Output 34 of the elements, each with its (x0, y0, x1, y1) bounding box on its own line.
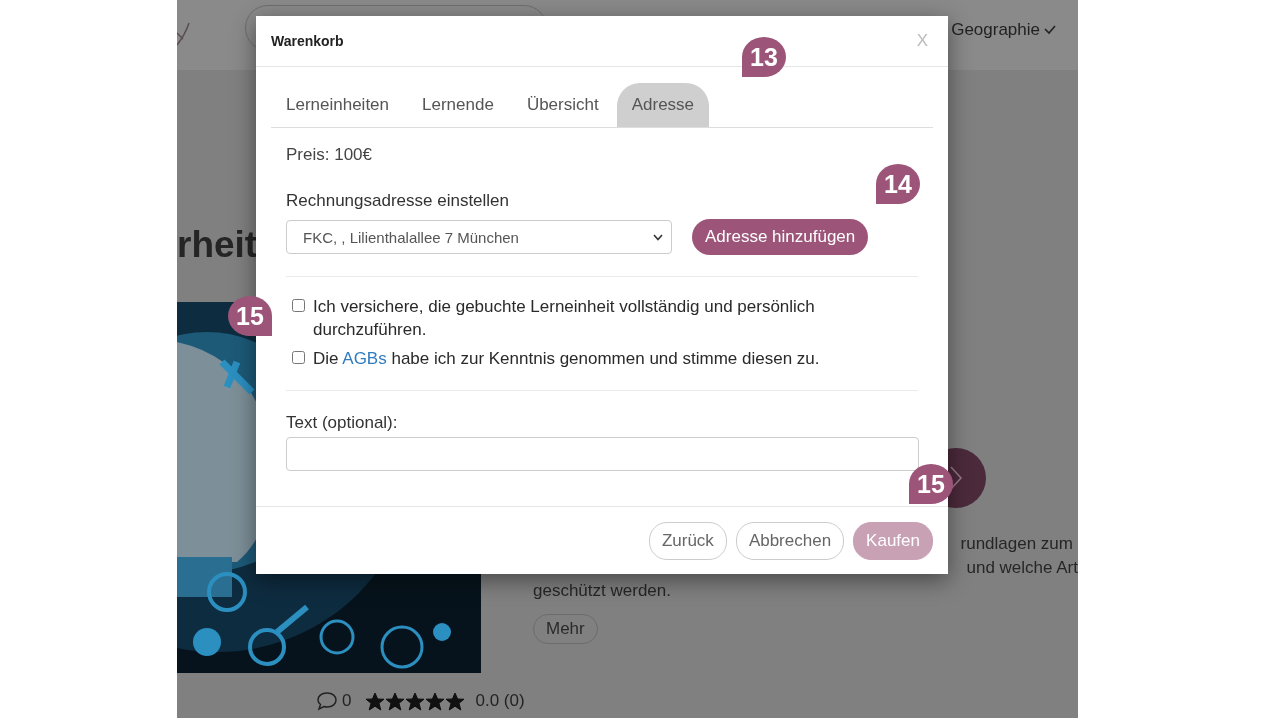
rating-score: 0.0 (0) (475, 691, 525, 711)
field-label: Rechnungsadresse einstellen (286, 191, 511, 211)
add-address-button[interactable]: Adresse hinzufügen (692, 219, 869, 255)
description-text: rundlagen zum (960, 534, 1073, 553)
field-label: Text (optional): (286, 413, 399, 433)
dialog-button[interactable]: Zurück (648, 521, 727, 560)
star-icon (385, 691, 406, 711)
text-input[interactable] (286, 437, 919, 471)
star-icon (445, 691, 466, 711)
tab[interactable]: Lerneinheiten (271, 83, 405, 127)
terms-text: Die AGBs habe ich zur Kenntnis genommen und stimme diesen zu. (313, 348, 820, 370)
chevron-down-icon (653, 233, 663, 241)
description-text: und welche Art (966, 557, 1078, 577)
nav-item[interactable]: Geographie (951, 20, 1040, 40)
tab[interactable]: Lernende (407, 83, 509, 127)
comment-icon (316, 691, 338, 711)
checkbox[interactable] (292, 299, 305, 312)
dialog-title: Warenkorb (271, 33, 344, 49)
dialog-button[interactable]: Abbrechen (735, 521, 845, 560)
tab[interactable]: Adresse (616, 83, 710, 127)
chevron-right-icon (950, 466, 962, 490)
tab[interactable]: Übersicht (511, 83, 614, 127)
star-icon (425, 691, 446, 711)
course-heading: rheit (177, 223, 258, 267)
address-select[interactable]: FKC, , Lilienthalallee 7 München (286, 220, 672, 254)
comment-count: 0 (342, 691, 352, 711)
star-icon (405, 691, 426, 711)
terms-link[interactable]: AGBs (342, 349, 387, 368)
chevron-icon (1044, 25, 1056, 35)
star-icon (365, 691, 386, 711)
checkbox[interactable] (292, 351, 305, 364)
description-text: geschützt werden. (533, 581, 671, 600)
consent-text: Ich versichere, die gebuchte Lerneinheit vollständig und persönlich durchzuführen. (313, 296, 816, 341)
price-text: Preis: 100€ (286, 145, 373, 165)
